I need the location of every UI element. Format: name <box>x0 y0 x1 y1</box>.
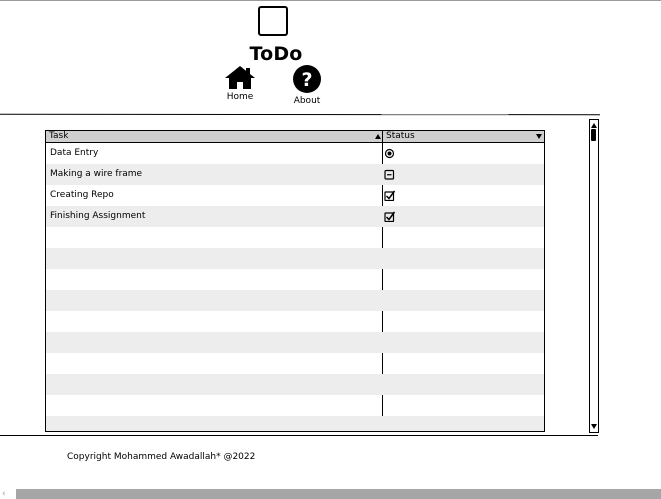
help-circle-icon: ? <box>293 65 321 93</box>
header-divider <box>0 113 601 116</box>
footer-copyright: Copyright Mohammed Awadallah* @2022 <box>67 452 256 462</box>
radio-selected-icon[interactable] <box>384 148 395 159</box>
table-header: Task Status <box>46 131 544 143</box>
footer-divider <box>0 435 598 436</box>
scroll-left-icon[interactable]: ‹ <box>2 489 6 499</box>
logo-placeholder-icon <box>258 6 288 36</box>
app-title: ToDo <box>249 43 303 65</box>
task-cell: Creating Repo <box>50 190 114 200</box>
svg-text:?: ? <box>301 69 312 91</box>
table-row[interactable] <box>46 290 544 311</box>
checkbox-checked-icon[interactable] <box>384 190 395 201</box>
window-top-edge <box>0 0 661 1</box>
task-cell: Data Entry <box>50 148 99 158</box>
nav-home[interactable]: Home <box>210 64 270 102</box>
task-cell: Making a wire frame <box>50 169 143 179</box>
table-row[interactable] <box>46 269 544 290</box>
horizontal-scrollbar[interactable] <box>16 489 661 499</box>
scroll-thumb[interactable] <box>591 129 596 141</box>
vertical-scrollbar[interactable] <box>589 119 599 433</box>
table-row[interactable] <box>46 311 544 332</box>
task-table: Task Status Data Entry Making a wire fram… <box>45 130 545 432</box>
table-row[interactable]: Creating Repo <box>46 185 544 206</box>
table-row[interactable]: Data Entry <box>46 143 544 164</box>
nav-home-label: Home <box>226 92 254 102</box>
table-row[interactable] <box>46 353 544 374</box>
checkbox-indeterminate-icon[interactable] <box>384 169 395 180</box>
dropdown-arrow-icon[interactable] <box>536 134 542 139</box>
sort-ascending-icon[interactable] <box>375 134 381 139</box>
column-header-status[interactable]: Status <box>383 131 544 142</box>
column-header-status-label: Status <box>386 131 415 141</box>
table-body: Data Entry Making a wire frame Creating Re… <box>46 143 544 431</box>
column-header-task-label: Task <box>49 131 69 141</box>
nav-about[interactable]: ? About <box>277 64 337 106</box>
table-row[interactable] <box>46 395 544 416</box>
table-row[interactable] <box>46 416 544 431</box>
checkbox-checked-icon[interactable] <box>384 211 395 222</box>
column-header-task[interactable]: Task <box>46 131 385 142</box>
scroll-up-icon[interactable] <box>591 123 597 128</box>
scroll-down-icon[interactable] <box>591 424 597 429</box>
table-row[interactable] <box>46 248 544 269</box>
table-row[interactable] <box>46 374 544 395</box>
home-icon <box>225 66 255 89</box>
task-cell: Finishing Assignment <box>50 211 146 221</box>
table-row[interactable] <box>46 332 544 353</box>
table-row[interactable]: Making a wire frame <box>46 164 544 185</box>
nav-about-label: About <box>293 96 321 106</box>
table-row[interactable]: Finishing Assignment <box>46 206 544 227</box>
table-row[interactable] <box>46 227 544 248</box>
